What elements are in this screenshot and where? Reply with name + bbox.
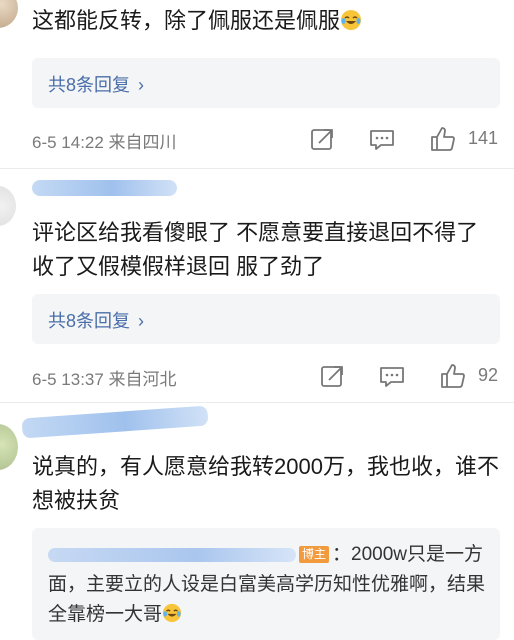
comment-text-content: 这都能反转，除了佩服还是佩服 xyxy=(32,8,341,33)
top-reply-preview[interactable]: 博主 ：2000w只是一方面，主要立的人设是白富美高学历知性优雅啊，结果全靠榜一大… xyxy=(32,528,500,640)
avatar[interactable] xyxy=(0,0,18,28)
author-badge: 博主 xyxy=(299,546,330,563)
like-count: 141 xyxy=(468,128,499,148)
like-count: 92 xyxy=(478,365,499,385)
avatar[interactable] xyxy=(0,424,18,470)
chevron-right-icon: › xyxy=(138,75,145,95)
view-replies-link[interactable]: 共8条回复 › xyxy=(48,71,144,97)
divider xyxy=(0,402,514,403)
reply-count-label: 共8条回复 xyxy=(48,311,131,331)
comment-text: 这都能反转，除了佩服还是佩服 xyxy=(32,4,500,38)
avatar[interactable] xyxy=(0,186,16,226)
view-replies-link[interactable]: 共8条回复 › xyxy=(48,307,144,333)
comment-icon[interactable] xyxy=(377,361,407,391)
timestamp-location: 6-5 13:37 来自河北 xyxy=(32,370,177,389)
laughing-tears-emoji-icon xyxy=(341,10,362,30)
divider xyxy=(0,168,514,169)
username-blurred[interactable] xyxy=(21,405,209,439)
thumbs-up-icon[interactable] xyxy=(438,361,468,391)
timestamp-location: 6-5 14:22 来自四川 xyxy=(32,133,177,152)
comment-text: 评论区给我看傻眼了 不愿意要直接退回不得了 收了又假模假样退回 服了劲了 xyxy=(32,216,500,284)
laughing-tears-emoji-icon xyxy=(162,603,182,623)
comment-meta: 6-5 14:22 来自四川 141 xyxy=(32,124,500,154)
reply-username-blurred[interactable] xyxy=(48,547,296,562)
comment-icon[interactable] xyxy=(367,124,397,154)
comment-text-content: 评论区给我看傻眼了 不愿意要直接退回不得了 收了又假模假样退回 服了劲了 xyxy=(32,220,479,279)
comment-meta: 6-5 13:37 来自河北 92 xyxy=(32,361,500,391)
username-blurred[interactable] xyxy=(32,180,177,196)
reply-box: 共8条回复 › xyxy=(32,58,500,108)
comment-text: 说真的，有人愿意给我转2000万，我也收，谁不想被扶贫 xyxy=(32,450,500,518)
reply-box: 共8条回复 › xyxy=(32,294,500,344)
chevron-right-icon: › xyxy=(138,311,145,331)
comment-text-content: 说真的，有人愿意给我转2000万，我也收，谁不想被扶贫 xyxy=(32,454,499,513)
share-icon[interactable] xyxy=(307,124,337,154)
top-reply-text: 博主 ：2000w只是一方面，主要立的人设是白富美高学历知性优雅啊，结果全靠榜一大… xyxy=(48,540,490,630)
share-icon[interactable] xyxy=(317,361,347,391)
thumbs-up-icon[interactable] xyxy=(428,124,458,154)
reply-count-label: 共8条回复 xyxy=(48,75,131,95)
